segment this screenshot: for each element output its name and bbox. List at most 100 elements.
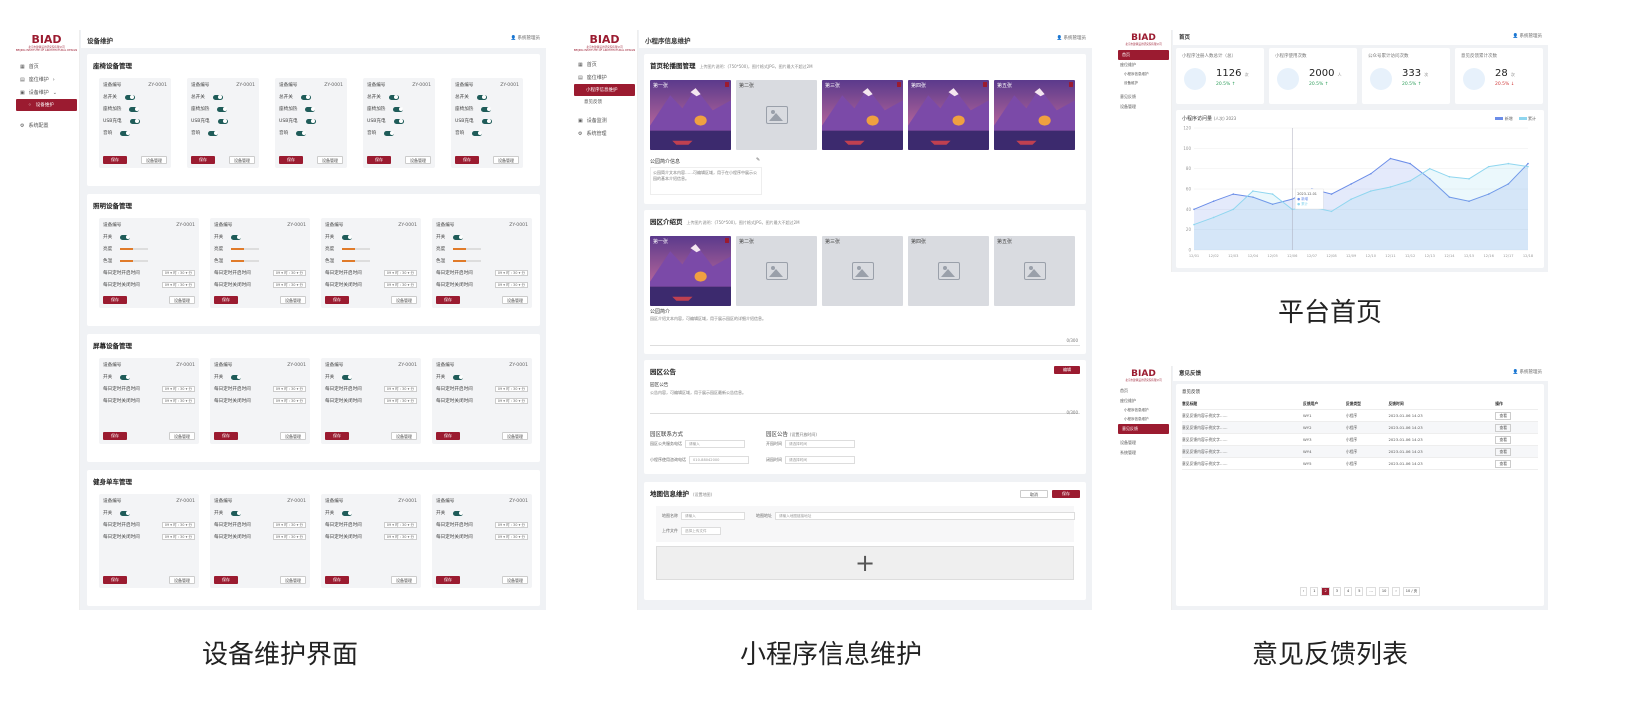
toggle-switch[interactable] bbox=[231, 374, 242, 380]
color-temp-slider[interactable] bbox=[342, 260, 371, 262]
save-button[interactable]: 保存 bbox=[455, 156, 479, 164]
save-button[interactable]: 保存 bbox=[325, 576, 349, 584]
manage-button[interactable]: 设备管理 bbox=[391, 576, 417, 584]
toggle-switch[interactable] bbox=[393, 106, 404, 112]
nav-device-maintenance[interactable]: ⁘ 设备维护 bbox=[16, 99, 77, 111]
save-button[interactable]: 保存 bbox=[214, 432, 238, 440]
page-item[interactable]: 3 bbox=[1332, 587, 1341, 596]
toggle-switch[interactable] bbox=[472, 130, 483, 136]
manage-button[interactable]: 设备管理 bbox=[391, 296, 417, 304]
nav-system[interactable]: ⚙ 系统管理 bbox=[572, 127, 637, 140]
toggle-switch[interactable] bbox=[120, 510, 131, 516]
toggle-switch[interactable] bbox=[124, 94, 135, 100]
carousel-slide[interactable]: 第二张 bbox=[736, 80, 817, 150]
view-button[interactable]: 查看 bbox=[1495, 447, 1512, 456]
nav-miniprogram[interactable]: 小程序信息维护 bbox=[1116, 406, 1171, 415]
toggle-switch[interactable] bbox=[129, 106, 140, 112]
page-item[interactable]: 1 bbox=[1310, 587, 1319, 596]
color-temp-slider[interactable] bbox=[120, 260, 149, 262]
save-button[interactable]: 保存 bbox=[367, 156, 391, 164]
map-save-button[interactable]: 保存 bbox=[1052, 490, 1080, 498]
manage-button[interactable]: 设备管理 bbox=[317, 156, 343, 164]
nav-system[interactable]: 系统管理 bbox=[1116, 448, 1171, 458]
toggle-switch[interactable] bbox=[212, 94, 223, 100]
manage-button[interactable]: 设备管理 bbox=[502, 296, 528, 304]
nav-feedback[interactable]: 意见反馈 bbox=[1118, 424, 1169, 434]
delete-icon[interactable] bbox=[897, 82, 901, 87]
page-item[interactable]: ‹ bbox=[1299, 587, 1308, 596]
time-select[interactable]: 09 ▾ 时 : 30 ▾ 分 bbox=[161, 534, 195, 540]
series-point[interactable] bbox=[1409, 180, 1411, 182]
series-point[interactable] bbox=[1527, 162, 1529, 165]
time-select[interactable]: 09 ▾ 时 : 30 ▾ 分 bbox=[383, 522, 417, 528]
nav-settings[interactable]: ⚙ 系统配置 bbox=[14, 119, 79, 132]
toggle-switch[interactable] bbox=[300, 94, 311, 100]
manage-button[interactable]: 设备管理 bbox=[229, 156, 255, 164]
save-button[interactable]: 保存 bbox=[325, 296, 349, 304]
manage-button[interactable]: 设备管理 bbox=[493, 156, 519, 164]
time-select[interactable]: 09 ▾ 时 : 30 ▾ 分 bbox=[161, 270, 195, 276]
map-name-input[interactable]: 请输入 bbox=[681, 512, 745, 520]
series-point[interactable] bbox=[1487, 165, 1490, 168]
toggle-switch[interactable] bbox=[208, 130, 219, 136]
time-select[interactable]: 09 ▾ 时 : 30 ▾ 分 bbox=[161, 398, 195, 404]
series-point[interactable] bbox=[1330, 193, 1333, 195]
carousel-slide[interactable]: 第四张 bbox=[908, 80, 989, 150]
page-item[interactable]: 10 bbox=[1378, 587, 1390, 596]
nav-feedback[interactable]: 意见反馈 bbox=[1116, 92, 1171, 102]
nav-seat[interactable]: 座位维护 bbox=[1116, 396, 1171, 406]
nav-device-monitor[interactable]: ▣ 设备监测 bbox=[572, 114, 637, 127]
table-row[interactable]: 意见反馈内容示例文字…… WY1 小程序 2023-01-06 14:23 查看 bbox=[1182, 410, 1538, 422]
nav-home[interactable]: 首页 bbox=[1118, 50, 1169, 60]
time-select[interactable]: 09 ▾ 时 : 30 ▾ 分 bbox=[272, 522, 306, 528]
contact-phone-input[interactable]: 请输入 bbox=[685, 440, 745, 448]
series-point[interactable] bbox=[1527, 165, 1529, 168]
edit-icon[interactable]: ✎ bbox=[756, 157, 760, 163]
nav-device[interactable]: ▣ 设备维护 ⌄ bbox=[14, 86, 79, 99]
time-select[interactable]: 09 ▾ 时 : 30 ▾ 分 bbox=[494, 398, 528, 404]
page-item[interactable]: 10 / 页 bbox=[1402, 587, 1421, 596]
nav-home[interactable]: ▦ 首页 bbox=[572, 58, 637, 71]
view-button[interactable]: 查看 bbox=[1495, 411, 1512, 420]
manage-button[interactable]: 设备管理 bbox=[169, 296, 195, 304]
series-point[interactable] bbox=[1193, 223, 1195, 226]
toggle-switch[interactable] bbox=[453, 510, 464, 516]
page-item[interactable]: … bbox=[1366, 587, 1376, 596]
manage-button[interactable]: 设备管理 bbox=[502, 576, 528, 584]
time-select[interactable]: 09 ▾ 时 : 30 ▾ 分 bbox=[272, 270, 306, 276]
time-select[interactable]: 09 ▾ 时 : 30 ▾ 分 bbox=[161, 522, 195, 528]
table-row[interactable]: 意见反馈内容示例文字…… WY5 小程序 2023-01-06 14:23 查看 bbox=[1182, 458, 1538, 470]
series-point[interactable] bbox=[1212, 216, 1215, 219]
manage-button[interactable]: 设备管理 bbox=[280, 296, 306, 304]
toggle-switch[interactable] bbox=[120, 130, 131, 136]
time-select[interactable]: 09 ▾ 时 : 30 ▾ 分 bbox=[383, 534, 417, 540]
toggle-switch[interactable] bbox=[231, 234, 242, 240]
intro-text[interactable]: 公园简介文本内容……可编辑区域，用于在小程序中展示公园的基本介绍信息。 bbox=[650, 167, 762, 195]
series-point[interactable] bbox=[1350, 198, 1352, 200]
toggle-switch[interactable] bbox=[342, 510, 353, 516]
time-select[interactable]: 09 ▾ 时 : 30 ▾ 分 bbox=[383, 398, 417, 404]
carousel-slide[interactable]: 第五张 bbox=[994, 236, 1075, 306]
nav-home[interactable]: 首页 bbox=[1116, 386, 1171, 396]
series-point[interactable] bbox=[1330, 210, 1333, 213]
page-item[interactable]: › bbox=[1392, 587, 1400, 596]
toggle-switch[interactable] bbox=[217, 106, 228, 112]
toggle-switch[interactable] bbox=[393, 118, 404, 124]
time-select[interactable]: 09 ▾ 时 : 30 ▾ 分 bbox=[494, 386, 528, 392]
series-point[interactable] bbox=[1389, 186, 1392, 188]
series-point[interactable] bbox=[1507, 162, 1510, 165]
time-select[interactable]: 09 ▾ 时 : 30 ▾ 分 bbox=[494, 270, 528, 276]
carousel-slide[interactable]: 第五张 bbox=[994, 80, 1075, 150]
notice-text[interactable]: 公告内容，可编辑区域，用于展示园区最新公告信息。 bbox=[650, 390, 1080, 414]
time-select[interactable]: 09 ▾ 时 : 30 ▾ 分 bbox=[494, 534, 528, 540]
time-select[interactable]: 09 ▾ 时 : 30 ▾ 分 bbox=[383, 386, 417, 392]
toggle-switch[interactable] bbox=[305, 118, 316, 124]
save-button[interactable]: 保存 bbox=[436, 576, 460, 584]
toggle-switch[interactable] bbox=[231, 510, 242, 516]
nav-miniprogram-2[interactable]: 小程序信息维护 bbox=[1116, 415, 1171, 424]
table-row[interactable]: 意见反馈内容示例文字…… WY4 小程序 2023-01-06 14:23 查看 bbox=[1182, 446, 1538, 458]
user-menu[interactable]: 👤 系统管理员 bbox=[510, 35, 540, 43]
time-select[interactable]: 09 ▾ 时 : 30 ▾ 分 bbox=[272, 386, 306, 392]
open-time-input[interactable]: 请选择时间 bbox=[785, 440, 855, 448]
view-button[interactable]: 查看 bbox=[1495, 435, 1512, 444]
